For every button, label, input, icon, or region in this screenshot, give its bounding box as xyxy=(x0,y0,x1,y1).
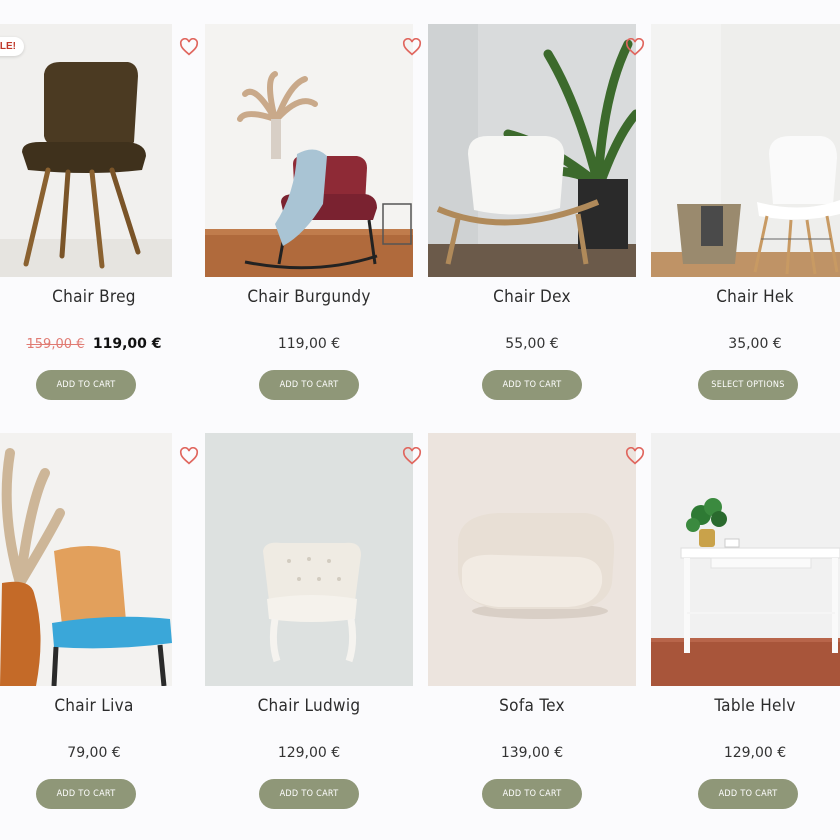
white-eames-chair-photo xyxy=(651,24,840,277)
product-title[interactable]: Chair Hek xyxy=(651,287,840,307)
product-card-sofa-tex: Sofa Tex 139,00 € ADD TO CART xyxy=(428,433,652,833)
add-to-cart-button[interactable]: ADD TO CART xyxy=(482,370,582,400)
product-price: 159,00 € 119,00 € xyxy=(0,336,206,352)
product-image[interactable] xyxy=(0,433,172,686)
product-title[interactable]: Chair Liva xyxy=(0,696,206,716)
product-title[interactable]: Chair Breg xyxy=(0,287,206,307)
sale-badge: SALE! xyxy=(0,37,24,56)
add-to-cart-button[interactable]: ADD TO CART xyxy=(482,779,582,809)
add-to-cart-button[interactable]: ADD TO CART xyxy=(259,370,359,400)
product-title[interactable]: Table Helv xyxy=(651,696,840,716)
sale-price: 119,00 € xyxy=(92,336,162,352)
product-image[interactable] xyxy=(651,433,840,686)
select-options-button[interactable]: SELECT OPTIONS xyxy=(698,370,798,400)
tufted-white-chair-photo xyxy=(205,433,413,686)
original-price: 159,00 € xyxy=(26,337,85,352)
product-image[interactable] xyxy=(205,433,413,686)
product-grid: SALE! Chair Breg 159,00 € 119,00 € ADD T… xyxy=(0,0,840,840)
white-desk-photo xyxy=(651,433,840,686)
product-image[interactable] xyxy=(205,24,413,277)
product-card-table-helv: Table Helv 129,00 € ADD TO CART xyxy=(651,433,840,833)
product-card-chair-dex: Chair Dex 55,00 € ADD TO CART xyxy=(428,24,652,424)
product-card-chair-burgundy: Chair Burgundy 119,00 € ADD TO CART xyxy=(205,24,429,424)
product-card-chair-breg: SALE! Chair Breg 159,00 € 119,00 € ADD T… xyxy=(0,24,206,424)
wishlist-heart-icon[interactable] xyxy=(625,446,645,465)
product-image[interactable] xyxy=(0,24,172,277)
brown-chair-photo xyxy=(0,24,172,277)
product-card-chair-hek: Chair Hek 35,00 € SELECT OPTIONS xyxy=(651,24,840,424)
wishlist-heart-icon[interactable] xyxy=(625,37,645,56)
product-price: 129,00 € xyxy=(277,745,341,761)
product-card-chair-ludwig: Chair Ludwig 129,00 € ADD TO CART xyxy=(205,433,429,833)
add-to-cart-button[interactable]: ADD TO CART xyxy=(36,370,136,400)
product-title[interactable]: Chair Burgundy xyxy=(205,287,413,307)
burgundy-rocking-chair-photo xyxy=(205,24,413,277)
product-title[interactable]: Sofa Tex xyxy=(428,696,636,716)
product-image[interactable] xyxy=(651,24,840,277)
product-image[interactable] xyxy=(428,433,636,686)
product-image[interactable] xyxy=(428,24,636,277)
product-title[interactable]: Chair Ludwig xyxy=(205,696,413,716)
cream-lounge-chair-photo xyxy=(428,433,636,686)
wishlist-heart-icon[interactable] xyxy=(179,37,199,56)
product-price: 119,00 € xyxy=(277,336,341,352)
product-price: 55,00 € xyxy=(505,336,559,352)
product-price: 139,00 € xyxy=(500,745,564,761)
add-to-cart-button[interactable]: ADD TO CART xyxy=(36,779,136,809)
wishlist-heart-icon[interactable] xyxy=(402,37,422,56)
product-title[interactable]: Chair Dex xyxy=(428,287,636,307)
product-card-chair-liva: Chair Liva 79,00 € ADD TO CART xyxy=(0,433,206,833)
white-shell-chair-photo xyxy=(428,24,636,277)
product-price: 35,00 € xyxy=(728,336,782,352)
wishlist-heart-icon[interactable] xyxy=(179,446,199,465)
add-to-cart-button[interactable]: ADD TO CART xyxy=(698,779,798,809)
product-price: 129,00 € xyxy=(723,745,787,761)
wishlist-heart-icon[interactable] xyxy=(402,446,422,465)
add-to-cart-button[interactable]: ADD TO CART xyxy=(259,779,359,809)
wicker-blue-chair-photo xyxy=(0,433,172,686)
product-price: 79,00 € xyxy=(67,745,121,761)
